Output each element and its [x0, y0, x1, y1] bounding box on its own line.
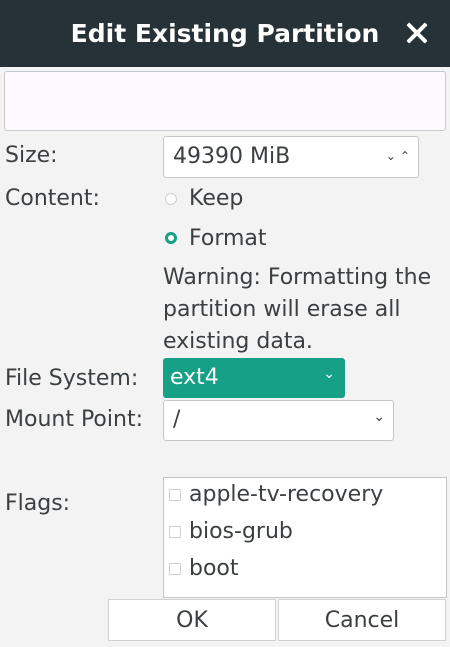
- file-system-value: ext4: [170, 365, 219, 390]
- flag-label: apple-tv-recovery: [189, 482, 384, 507]
- size-value: 49390 MiB: [173, 144, 291, 169]
- title-bar: Edit Existing Partition: [0, 0, 450, 67]
- flag-label: boot: [189, 556, 239, 581]
- mount-point-dropdown[interactable]: / ⌄: [163, 400, 394, 441]
- flags-list: apple-tv-recovery bios-grub boot: [163, 477, 447, 598]
- chevron-down-icon: ⌄: [373, 409, 385, 425]
- size-label: Size:: [5, 143, 58, 168]
- chevron-down-icon: ⌄: [323, 366, 335, 382]
- cancel-button[interactable]: Cancel: [278, 599, 446, 641]
- warning-line: partition will erase all: [163, 297, 401, 322]
- flag-item[interactable]: bios-grub: [164, 515, 446, 552]
- mount-point-label: Mount Point:: [5, 407, 143, 432]
- partition-name-input[interactable]: [4, 71, 446, 131]
- ok-button[interactable]: OK: [108, 599, 276, 641]
- format-label[interactable]: Format: [189, 226, 267, 251]
- warning-line: Warning: Formatting the: [163, 265, 432, 290]
- flag-label: bios-grub: [189, 519, 293, 544]
- flag-item[interactable]: apple-tv-recovery: [164, 478, 446, 515]
- format-warning: Warning: Formatting the partition will e…: [163, 262, 450, 358]
- flags-label: Flags:: [5, 491, 71, 516]
- dialog-title: Edit Existing Partition: [70, 19, 380, 48]
- file-system-dropdown[interactable]: ext4 ⌄: [163, 358, 345, 398]
- format-radio[interactable]: [165, 232, 177, 244]
- spin-arrows-icon[interactable]: ⌄⌃: [386, 149, 414, 163]
- checkbox[interactable]: [169, 563, 181, 575]
- flag-item[interactable]: boot: [164, 552, 446, 589]
- keep-radio[interactable]: [165, 193, 177, 205]
- warning-line: existing data.: [163, 329, 313, 354]
- close-icon[interactable]: [402, 18, 432, 48]
- keep-label[interactable]: Keep: [189, 186, 243, 211]
- file-system-label: File System:: [5, 366, 139, 391]
- checkbox[interactable]: [169, 489, 181, 501]
- checkbox[interactable]: [169, 526, 181, 538]
- content-label: Content:: [5, 186, 100, 211]
- size-spinbox[interactable]: 49390 MiB ⌄⌃: [163, 136, 419, 178]
- mount-point-value: /: [173, 407, 181, 432]
